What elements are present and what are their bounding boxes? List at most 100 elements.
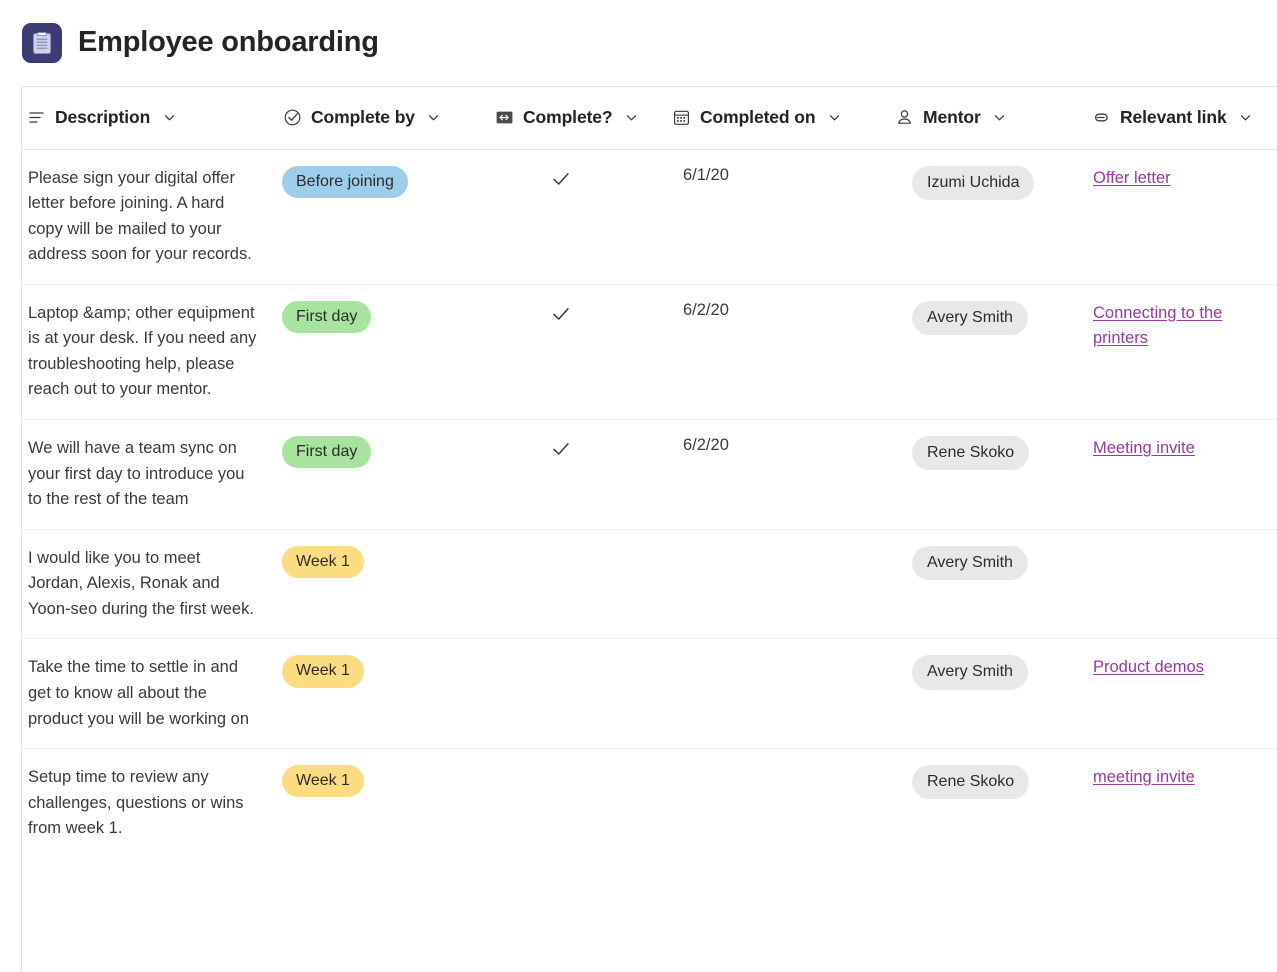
cell-complete[interactable] [490, 420, 667, 530]
column-header-mentor[interactable]: Mentor [890, 87, 1087, 149]
cell-completed-on[interactable] [667, 529, 890, 639]
cell-complete[interactable] [490, 529, 667, 639]
chevron-down-icon[interactable] [625, 111, 639, 125]
table-header: Description Compl [22, 87, 1277, 149]
cell-complete-by[interactable]: Week 1 [278, 529, 490, 639]
clipboard-icon [22, 23, 62, 63]
mentor-chip: Rene Skoko [912, 436, 1029, 470]
chevron-down-icon[interactable] [162, 111, 176, 125]
description-text: Laptop &amp; other equipment is at your … [26, 301, 274, 403]
checkmark-icon [550, 168, 572, 190]
cell-description[interactable]: I would like you to meet Jordan, Alexis,… [22, 529, 278, 639]
cell-relevant-link[interactable]: Offer letter [1087, 149, 1277, 284]
cell-mentor[interactable]: Rene Skoko [890, 420, 1087, 530]
table-row[interactable]: We will have a team sync on your first d… [22, 420, 1277, 530]
cell-completed-on[interactable]: 6/2/20 [667, 284, 890, 419]
cell-relevant-link[interactable]: meeting invite [1087, 749, 1277, 858]
cell-completed-on[interactable] [667, 639, 890, 749]
complete-by-badge: First day [282, 436, 371, 468]
description-text: We will have a team sync on your first d… [26, 436, 274, 513]
chevron-down-icon[interactable] [427, 111, 441, 125]
complete-by-badge: Week 1 [282, 655, 364, 687]
calendar-icon [671, 108, 691, 128]
cell-mentor[interactable]: Avery Smith [890, 529, 1087, 639]
cell-mentor[interactable]: Avery Smith [890, 284, 1087, 419]
cell-complete-by[interactable]: Before joining [278, 149, 490, 284]
cell-completed-on[interactable]: 6/2/20 [667, 420, 890, 530]
cell-description[interactable]: We will have a team sync on your first d… [22, 420, 278, 530]
cell-relevant-link[interactable]: Product demos [1087, 639, 1277, 749]
description-text: I would like you to meet Jordan, Alexis,… [26, 546, 274, 623]
chevron-down-icon[interactable] [993, 111, 1007, 125]
page-header: Employee onboarding [0, 0, 1277, 86]
column-header-relevant-link[interactable]: Relevant link [1087, 87, 1277, 149]
page-title: Employee onboarding [78, 27, 379, 59]
person-icon [894, 108, 914, 128]
column-header-label: Complete by [311, 107, 415, 128]
column-header-label: Relevant link [1120, 107, 1227, 128]
completed-on-value: 6/2/20 [671, 436, 886, 455]
cell-description[interactable]: Setup time to review any challenges, que… [22, 749, 278, 858]
complete-value [494, 436, 663, 465]
relevant-link[interactable]: Connecting to the printers [1091, 301, 1273, 351]
table-row[interactable]: Please sign your digital offer letter be… [22, 149, 1277, 284]
completed-on-value: 6/2/20 [671, 301, 886, 320]
cell-complete-by[interactable]: Week 1 [278, 749, 490, 858]
cell-description[interactable]: Take the time to settle in and get to kn… [22, 639, 278, 749]
mentor-chip: Rene Skoko [912, 765, 1029, 799]
complete-by-badge: Before joining [282, 166, 408, 198]
table-body: Please sign your digital offer letter be… [22, 149, 1277, 858]
cell-complete[interactable] [490, 149, 667, 284]
chevron-down-icon[interactable] [1239, 111, 1253, 125]
cell-mentor[interactable]: Rene Skoko [890, 749, 1087, 858]
cell-relevant-link[interactable]: Meeting invite [1087, 420, 1277, 530]
table-row[interactable]: Setup time to review any challenges, que… [22, 749, 1277, 858]
table-row[interactable]: I would like you to meet Jordan, Alexis,… [22, 529, 1277, 639]
mentor-wrap: Izumi Uchida [890, 166, 1083, 200]
column-header-completed-on[interactable]: Completed on [667, 87, 890, 149]
cell-description[interactable]: Please sign your digital offer letter be… [22, 149, 278, 284]
description-text: Please sign your digital offer letter be… [26, 166, 274, 268]
check-circle-icon [282, 108, 302, 128]
mentor-chip: Avery Smith [912, 655, 1028, 689]
relevant-link[interactable]: Meeting invite [1091, 436, 1203, 461]
description-text: Setup time to review any challenges, que… [26, 765, 274, 842]
table-row[interactable]: Take the time to settle in and get to kn… [22, 639, 1277, 749]
column-header-description[interactable]: Description [22, 87, 278, 149]
cell-mentor[interactable]: Izumi Uchida [890, 149, 1087, 284]
data-grid: Description Compl [21, 86, 1277, 972]
cell-complete[interactable] [490, 284, 667, 419]
description-text: Take the time to settle in and get to kn… [26, 655, 274, 732]
table-row[interactable]: Laptop &amp; other equipment is at your … [22, 284, 1277, 419]
column-header-complete[interactable]: Complete? [490, 87, 667, 149]
chevron-down-icon[interactable] [827, 111, 841, 125]
checkmark-icon [550, 438, 572, 460]
relevant-link[interactable]: Offer letter [1091, 166, 1179, 191]
column-header-label: Completed on [700, 107, 815, 128]
complete-by-badge: Week 1 [282, 765, 364, 797]
cell-completed-on[interactable] [667, 749, 890, 858]
mentor-chip: Avery Smith [912, 301, 1028, 335]
cell-complete-by[interactable]: Week 1 [278, 639, 490, 749]
cell-relevant-link[interactable]: Connecting to the printers [1087, 284, 1277, 419]
cell-complete-by[interactable]: First day [278, 284, 490, 419]
column-header-label: Mentor [923, 107, 981, 128]
relevant-link[interactable]: Product demos [1091, 655, 1212, 680]
cell-mentor[interactable]: Avery Smith [890, 639, 1087, 749]
cell-description[interactable]: Laptop &amp; other equipment is at your … [22, 284, 278, 419]
cell-relevant-link[interactable] [1087, 529, 1277, 639]
mentor-wrap: Rene Skoko [890, 436, 1083, 470]
complete-value [494, 301, 663, 330]
cell-complete[interactable] [490, 749, 667, 858]
complete-by-badge: Week 1 [282, 546, 364, 578]
text-lines-icon [26, 108, 46, 128]
onboarding-table: Description Compl [22, 87, 1277, 858]
column-header-complete-by[interactable]: Complete by [278, 87, 490, 149]
cell-completed-on[interactable]: 6/1/20 [667, 149, 890, 284]
cell-complete[interactable] [490, 639, 667, 749]
cell-complete-by[interactable]: First day [278, 420, 490, 530]
link-icon [1091, 108, 1111, 128]
mentor-chip: Izumi Uchida [912, 166, 1034, 200]
column-header-label: Description [55, 107, 150, 128]
relevant-link[interactable]: meeting invite [1091, 765, 1203, 790]
